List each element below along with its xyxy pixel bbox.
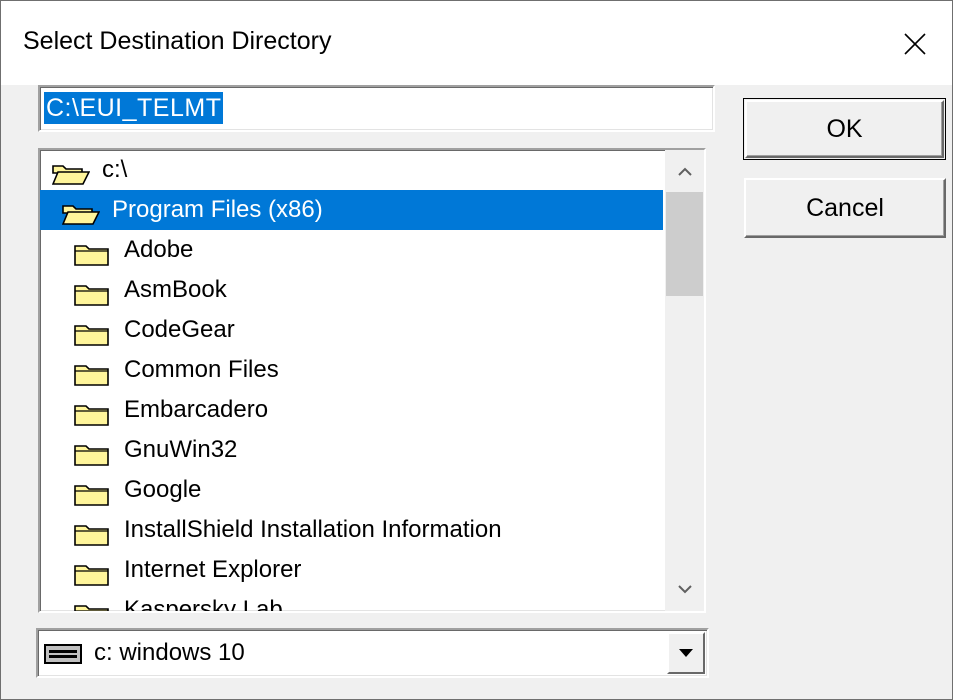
tree-item-label: Embarcadero	[124, 396, 269, 423]
drive-select[interactable]: c: windows 10	[36, 628, 709, 678]
chevron-up-icon	[677, 167, 692, 176]
tree-item[interactable]: Google	[40, 470, 663, 510]
tree-item[interactable]: Common Files	[40, 350, 663, 390]
tree-item-label: AsmBook	[124, 276, 227, 303]
tree-item-label: Google	[124, 476, 202, 503]
scroll-up-button[interactable]	[665, 152, 704, 192]
directory-path-text: C:\EUI_TELMT	[44, 92, 224, 124]
tree-item-label: CodeGear	[124, 316, 235, 343]
cancel-button[interactable]: Cancel	[744, 178, 946, 238]
tree-item[interactable]: Adobe	[40, 230, 663, 270]
tree-item[interactable]: Kaspersky Lab	[40, 590, 663, 611]
scrollbar-thumb[interactable]	[666, 192, 703, 296]
dialog-title: Select Destination Directory	[23, 27, 332, 55]
tree-item[interactable]: c:\	[40, 150, 663, 190]
directory-tree[interactable]: c:\ Program Files (x86) Adobe AsmBook CodeGe…	[38, 148, 706, 613]
vertical-scrollbar[interactable]	[665, 150, 704, 611]
chevron-down-icon	[677, 585, 692, 594]
tree-item[interactable]: Internet Explorer	[40, 550, 663, 590]
tree-item-label: Adobe	[124, 236, 194, 263]
tree-item[interactable]: Program Files (x86)	[40, 190, 663, 230]
scroll-down-button[interactable]	[665, 569, 704, 609]
tree-item-label: GnuWin32	[124, 436, 238, 463]
tree-item-label: Common Files	[124, 356, 279, 383]
tree-item-label: Kaspersky Lab	[124, 596, 283, 611]
dropdown-arrow-icon	[679, 649, 693, 657]
tree-item-label: Program Files (x86)	[112, 196, 323, 223]
tree-item-label: InstallShield Installation Information	[124, 516, 502, 543]
tree-item[interactable]: Embarcadero	[40, 390, 663, 430]
tree-item[interactable]: CodeGear	[40, 310, 663, 350]
ok-button-frame: OK	[743, 98, 946, 160]
drive-icon	[44, 644, 82, 664]
directory-tree-list: c:\ Program Files (x86) Adobe AsmBook CodeGe…	[40, 150, 665, 611]
close-icon	[904, 33, 926, 55]
ok-button[interactable]: OK	[745, 100, 944, 158]
drive-select-value: c: windows 10	[94, 639, 245, 666]
select-directory-dialog: Select Destination Directory C:\EUI_TELM…	[0, 0, 953, 700]
directory-path-input[interactable]: C:\EUI_TELMT	[38, 85, 715, 132]
drive-dropdown-button[interactable]	[667, 632, 705, 674]
title-bar: Select Destination Directory	[1, 1, 952, 85]
tree-item-label: c:\	[102, 156, 128, 183]
folder-icon	[74, 599, 112, 611]
tree-item-label: Internet Explorer	[124, 556, 302, 583]
tree-item[interactable]: AsmBook	[40, 270, 663, 310]
close-button[interactable]	[895, 27, 935, 61]
tree-item[interactable]: InstallShield Installation Information	[40, 510, 663, 550]
tree-item[interactable]: GnuWin32	[40, 430, 663, 470]
